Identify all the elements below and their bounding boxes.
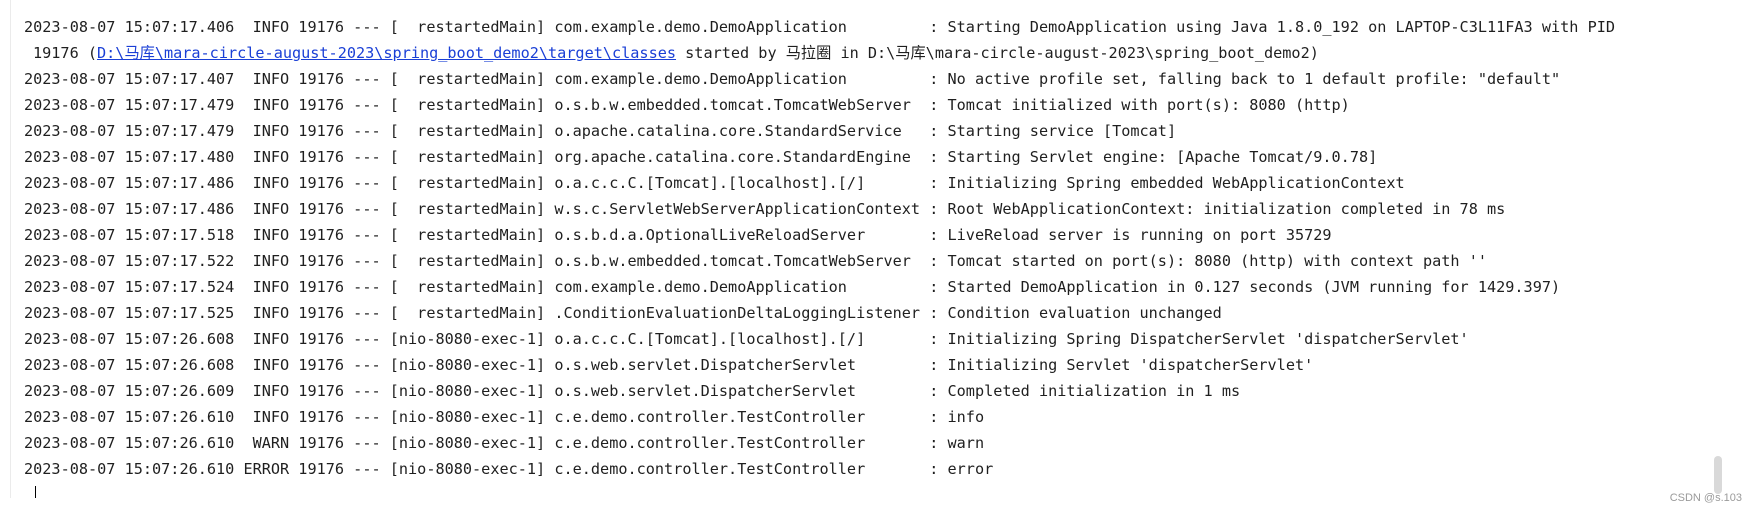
log-line: 2023-08-07 15:07:17.480 INFO 19176 --- [… bbox=[24, 148, 1378, 166]
log-line: 2023-08-07 15:07:26.610 WARN 19176 --- [… bbox=[24, 434, 985, 452]
watermark: CSDN @s.103 bbox=[1669, 492, 1742, 504]
log-line: 2023-08-07 15:07:26.610 INFO 19176 --- [… bbox=[24, 408, 985, 426]
log-line: 2023-08-07 15:07:26.609 INFO 19176 --- [… bbox=[24, 382, 1241, 400]
log-line: 2023-08-07 15:07:17.518 INFO 19176 --- [… bbox=[24, 226, 1332, 244]
log-area[interactable]: 2023-08-07 15:07:17.406 INFO 19176 --- [… bbox=[24, 14, 1714, 482]
log-text: started by 马拉圈 in D:\马库\mara-circle-augu… bbox=[676, 44, 1319, 62]
log-line: 2023-08-07 15:07:17.486 INFO 19176 --- [… bbox=[24, 174, 1405, 192]
log-line: 2023-08-07 15:07:17.479 INFO 19176 --- [… bbox=[24, 96, 1350, 114]
log-line: 2023-08-07 15:07:26.608 INFO 19176 --- [… bbox=[24, 356, 1314, 374]
log-line: 2023-08-07 15:07:26.610 ERROR 19176 --- … bbox=[24, 460, 994, 478]
vertical-scrollbar[interactable] bbox=[1714, 0, 1724, 498]
log-line: 2023-08-07 15:07:17.407 INFO 19176 --- [… bbox=[24, 70, 1561, 88]
console-output-panel[interactable]: 2023-08-07 15:07:17.406 INFO 19176 --- [… bbox=[0, 0, 1748, 512]
classpath-link[interactable]: D:\马库\mara-circle-august-2023\spring_boo… bbox=[97, 44, 676, 62]
log-line: 2023-08-07 15:07:17.522 INFO 19176 --- [… bbox=[24, 252, 1487, 270]
log-line: 2023-08-07 15:07:17.486 INFO 19176 --- [… bbox=[24, 200, 1506, 218]
log-line: 2023-08-07 15:07:17.524 INFO 19176 --- [… bbox=[24, 278, 1561, 296]
log-line: 2023-08-07 15:07:17.479 INFO 19176 --- [… bbox=[24, 122, 1177, 140]
text-caret bbox=[35, 486, 36, 498]
log-line: 2023-08-07 15:07:26.608 INFO 19176 --- [… bbox=[24, 330, 1469, 348]
log-text: 19176 ( bbox=[33, 44, 98, 62]
log-line: 2023-08-07 15:07:17.406 INFO 19176 --- [… bbox=[24, 18, 1615, 36]
log-line: 2023-08-07 15:07:17.525 INFO 19176 --- [… bbox=[24, 304, 1222, 322]
console-gutter bbox=[0, 0, 11, 498]
scrollbar-thumb[interactable] bbox=[1714, 456, 1722, 494]
log-line-continuation: 19176 (D:\马库\mara-circle-august-2023\spr… bbox=[24, 40, 1714, 66]
